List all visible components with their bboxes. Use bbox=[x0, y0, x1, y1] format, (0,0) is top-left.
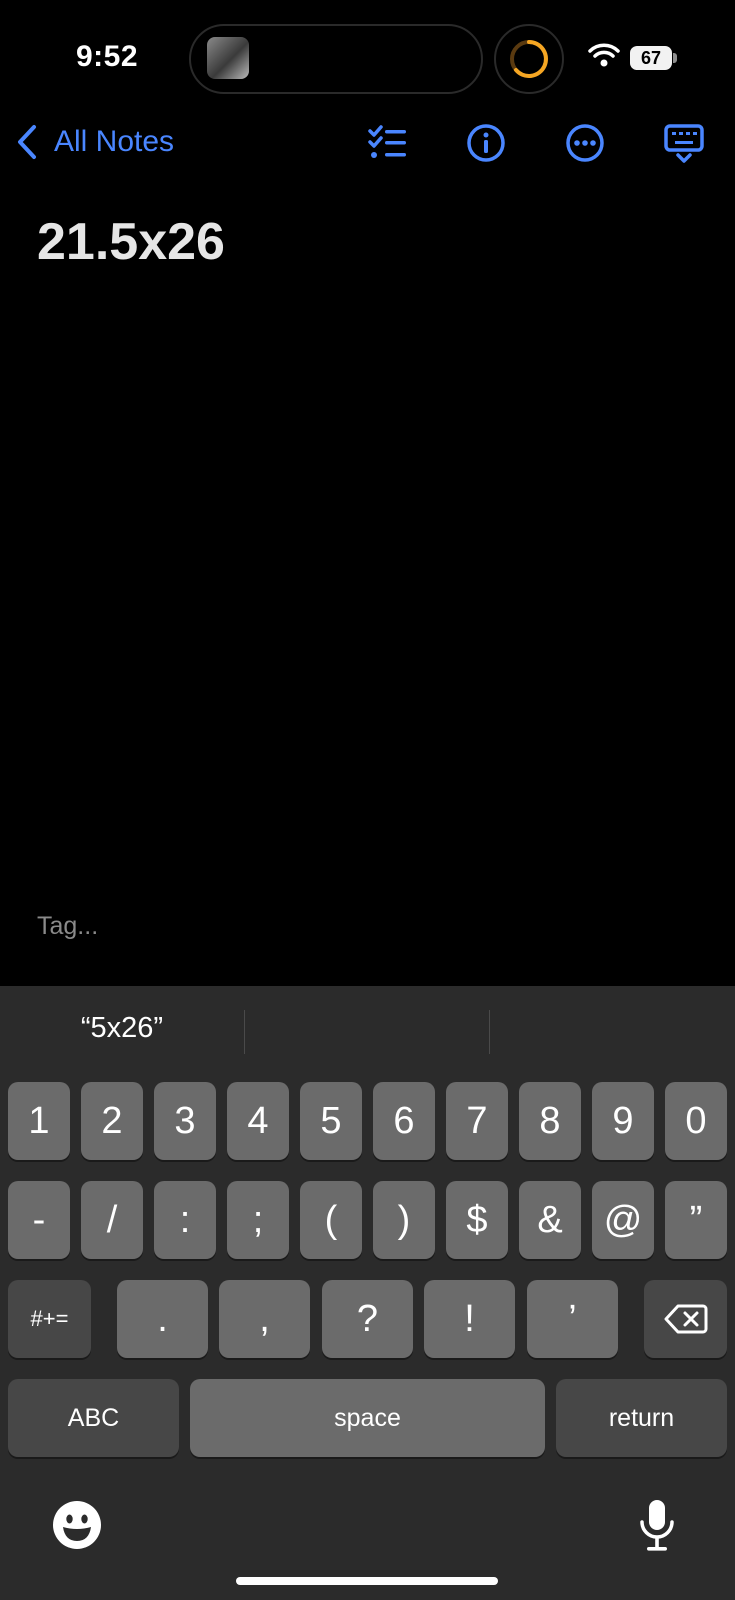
symbols-key[interactable]: #+= bbox=[8, 1280, 91, 1358]
key[interactable]: ( bbox=[300, 1181, 362, 1259]
suggestion-1[interactable]: “5x26” bbox=[0, 1012, 244, 1045]
key[interactable]: 2 bbox=[81, 1082, 143, 1160]
key[interactable]: 7 bbox=[446, 1082, 508, 1160]
suggestion-divider bbox=[489, 1010, 490, 1054]
key[interactable]: 1 bbox=[8, 1082, 70, 1160]
keyboard-dismiss-icon[interactable] bbox=[662, 121, 706, 165]
wifi-icon bbox=[588, 43, 620, 67]
battery-icon: 67 bbox=[630, 46, 672, 70]
checklist-icon[interactable] bbox=[366, 121, 410, 165]
key[interactable]: . bbox=[117, 1280, 208, 1358]
key[interactable]: : bbox=[154, 1181, 216, 1259]
tag-field[interactable]: Tag... bbox=[37, 912, 98, 941]
key[interactable]: @ bbox=[592, 1181, 654, 1259]
key[interactable]: / bbox=[81, 1181, 143, 1259]
status-time: 9:52 bbox=[76, 40, 139, 73]
key[interactable]: ; bbox=[227, 1181, 289, 1259]
key[interactable]: 6 bbox=[373, 1082, 435, 1160]
key[interactable]: ! bbox=[424, 1280, 515, 1358]
key[interactable]: 8 bbox=[519, 1082, 581, 1160]
key[interactable]: & bbox=[519, 1181, 581, 1259]
key[interactable]: ) bbox=[373, 1181, 435, 1259]
key[interactable]: 0 bbox=[665, 1082, 727, 1160]
battery-nub bbox=[673, 53, 677, 63]
key[interactable]: 9 bbox=[592, 1082, 654, 1160]
timer-ring-icon bbox=[510, 40, 548, 78]
key[interactable]: $ bbox=[446, 1181, 508, 1259]
more-options-icon[interactable] bbox=[563, 121, 607, 165]
key[interactable]: 5 bbox=[300, 1082, 362, 1160]
backspace-icon bbox=[664, 1304, 707, 1334]
chevron-left-icon bbox=[18, 125, 36, 159]
note-title[interactable]: 21.5x26 bbox=[37, 212, 225, 272]
home-indicator[interactable] bbox=[236, 1577, 498, 1585]
key[interactable]: ? bbox=[322, 1280, 413, 1358]
delete-key[interactable] bbox=[644, 1280, 727, 1358]
key[interactable]: , bbox=[219, 1280, 310, 1358]
back-button[interactable]: All Notes bbox=[14, 124, 174, 160]
abc-key[interactable]: ABC bbox=[8, 1379, 179, 1457]
info-icon[interactable] bbox=[464, 121, 508, 165]
key[interactable]: 4 bbox=[227, 1082, 289, 1160]
key[interactable]: 3 bbox=[154, 1082, 216, 1160]
microphone-icon[interactable] bbox=[638, 1498, 676, 1554]
timer-ring[interactable] bbox=[494, 24, 564, 94]
back-label: All Notes bbox=[54, 125, 175, 158]
key[interactable]: - bbox=[8, 1181, 70, 1259]
suggestion-divider bbox=[244, 1010, 245, 1054]
space-key[interactable]: space bbox=[190, 1379, 545, 1457]
emoji-icon[interactable] bbox=[52, 1500, 102, 1550]
key[interactable]: ’ bbox=[527, 1280, 618, 1358]
now-playing-thumbnail bbox=[207, 37, 249, 79]
return-key[interactable]: return bbox=[556, 1379, 727, 1457]
key[interactable]: ” bbox=[665, 1181, 727, 1259]
